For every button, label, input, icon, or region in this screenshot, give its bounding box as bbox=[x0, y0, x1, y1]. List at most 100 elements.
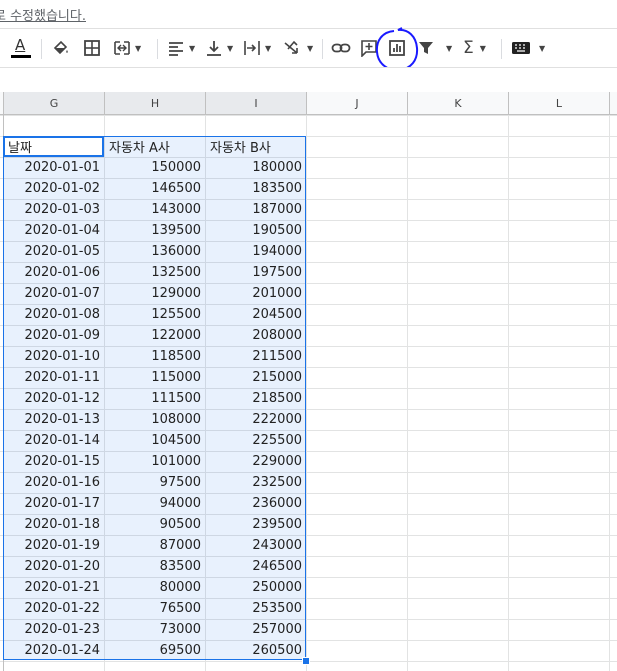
date-cell[interactable]: 2020-01-23 bbox=[4, 619, 104, 639]
company-a-cell[interactable]: 90500 bbox=[105, 514, 205, 534]
company-a-cell[interactable]: 118500 bbox=[105, 346, 205, 366]
company-b-cell[interactable]: 232500 bbox=[206, 472, 306, 492]
fill-color-button[interactable] bbox=[52, 36, 70, 60]
company-b-cell[interactable]: 253500 bbox=[206, 598, 306, 618]
company-a-cell[interactable]: 143000 bbox=[105, 199, 205, 219]
borders-button[interactable] bbox=[83, 36, 101, 60]
company-a-cell[interactable]: 94000 bbox=[105, 493, 205, 513]
input-tools-button[interactable]: ▼ bbox=[511, 36, 545, 60]
company-b-cell[interactable]: 236000 bbox=[206, 493, 306, 513]
company-a-cell[interactable]: 76500 bbox=[105, 598, 205, 618]
date-cell[interactable]: 2020-01-19 bbox=[4, 535, 104, 555]
company-a-cell[interactable]: 115000 bbox=[105, 367, 205, 387]
company-a-cell[interactable]: 139500 bbox=[105, 220, 205, 240]
date-cell[interactable]: 2020-01-21 bbox=[4, 577, 104, 597]
vertical-align-button[interactable]: ▼ bbox=[205, 36, 233, 60]
date-cell[interactable]: 2020-01-18 bbox=[4, 514, 104, 534]
company-b-cell[interactable]: 229000 bbox=[206, 451, 306, 471]
header-cell-company-a[interactable]: 자동차 A사 bbox=[105, 136, 205, 156]
company-a-cell[interactable]: 69500 bbox=[105, 640, 205, 660]
company-b-cell[interactable]: 215000 bbox=[206, 367, 306, 387]
date-cell[interactable]: 2020-01-17 bbox=[4, 493, 104, 513]
company-b-cell[interactable]: 218500 bbox=[206, 388, 306, 408]
company-b-cell[interactable]: 222000 bbox=[206, 409, 306, 429]
company-a-cell[interactable]: 125500 bbox=[105, 304, 205, 324]
fill-handle[interactable] bbox=[302, 657, 310, 665]
company-a-cell[interactable]: 97500 bbox=[105, 472, 205, 492]
company-a-cell[interactable]: 146500 bbox=[105, 178, 205, 198]
toolbar: A ▼ ▼ ▼ ▼ ▼ ▼ Σ ▼ ▼ bbox=[0, 27, 617, 72]
company-a-cell[interactable]: 129000 bbox=[105, 283, 205, 303]
company-b-cell[interactable]: 257000 bbox=[206, 619, 306, 639]
column-header-g[interactable]: G bbox=[4, 92, 105, 115]
date-cell[interactable]: 2020-01-11 bbox=[4, 367, 104, 387]
company-a-cell[interactable]: 101000 bbox=[105, 451, 205, 471]
date-cell[interactable]: 2020-01-12 bbox=[4, 388, 104, 408]
date-cell[interactable]: 2020-01-15 bbox=[4, 451, 104, 471]
company-a-cell[interactable]: 73000 bbox=[105, 619, 205, 639]
company-b-cell[interactable]: 204500 bbox=[206, 304, 306, 324]
date-cell[interactable]: 2020-01-03 bbox=[4, 199, 104, 219]
company-b-cell[interactable]: 197500 bbox=[206, 262, 306, 282]
company-a-cell[interactable]: 150000 bbox=[105, 157, 205, 177]
filter-button[interactable]: ▼ bbox=[418, 36, 452, 60]
company-b-cell[interactable]: 194000 bbox=[206, 241, 306, 261]
company-b-cell[interactable]: 260500 bbox=[206, 640, 306, 660]
date-cell[interactable]: 2020-01-14 bbox=[4, 430, 104, 450]
text-wrap-button[interactable]: ▼ bbox=[243, 36, 271, 60]
date-cell[interactable]: 2020-01-01 bbox=[4, 157, 104, 177]
date-cell[interactable]: 2020-01-16 bbox=[4, 472, 104, 492]
date-cell[interactable]: 2020-01-02 bbox=[4, 178, 104, 198]
date-cell[interactable]: 2020-01-24 bbox=[4, 640, 104, 660]
column-header-l[interactable]: L bbox=[509, 92, 610, 115]
company-b-cell[interactable]: 201000 bbox=[206, 283, 306, 303]
column-header-h[interactable]: H bbox=[105, 92, 206, 115]
company-a-cell[interactable]: 83500 bbox=[105, 556, 205, 576]
date-cell[interactable]: 2020-01-08 bbox=[4, 304, 104, 324]
company-b-cell[interactable]: 225500 bbox=[206, 430, 306, 450]
insert-link-button[interactable] bbox=[331, 36, 351, 60]
company-b-cell[interactable]: 243000 bbox=[206, 535, 306, 555]
chevron-down-icon: ▼ bbox=[539, 43, 546, 53]
company-a-cell[interactable]: 108000 bbox=[105, 409, 205, 429]
company-b-cell[interactable]: 239500 bbox=[206, 514, 306, 534]
company-a-cell[interactable]: 136000 bbox=[105, 241, 205, 261]
column-header-i[interactable]: I bbox=[206, 92, 307, 115]
text-rotation-button[interactable]: ▼ bbox=[283, 36, 313, 60]
header-cell-company-b[interactable]: 자동차 B사 bbox=[206, 136, 306, 156]
company-a-cell[interactable]: 111500 bbox=[105, 388, 205, 408]
company-b-cell[interactable]: 208000 bbox=[206, 325, 306, 345]
horizontal-align-button[interactable]: ▼ bbox=[167, 36, 195, 60]
company-a-cell[interactable]: 104500 bbox=[105, 430, 205, 450]
company-b-cell[interactable]: 180000 bbox=[206, 157, 306, 177]
company-b-cell[interactable]: 187000 bbox=[206, 199, 306, 219]
date-cell[interactable]: 2020-01-05 bbox=[4, 241, 104, 261]
date-cell[interactable]: 2020-01-13 bbox=[4, 409, 104, 429]
company-a-cell[interactable]: 132500 bbox=[105, 262, 205, 282]
functions-button[interactable]: Σ ▼ bbox=[463, 36, 486, 60]
header-cell-date[interactable]: 날짜 bbox=[4, 136, 104, 156]
column-header-j[interactable]: J bbox=[307, 92, 408, 115]
date-cell[interactable]: 2020-01-10 bbox=[4, 346, 104, 366]
company-b-cell[interactable]: 250000 bbox=[206, 577, 306, 597]
text-color-button[interactable]: A bbox=[10, 36, 32, 60]
company-a-cell[interactable]: 122000 bbox=[105, 325, 205, 345]
date-cell[interactable]: 2020-01-20 bbox=[4, 556, 104, 576]
chevron-down-icon: ▼ bbox=[479, 43, 486, 53]
column-header-k[interactable]: K bbox=[408, 92, 509, 115]
date-cell[interactable]: 2020-01-07 bbox=[4, 283, 104, 303]
company-b-cell[interactable]: 183500 bbox=[206, 178, 306, 198]
date-cell[interactable]: 2020-01-09 bbox=[4, 325, 104, 345]
align-left-icon bbox=[169, 42, 183, 56]
company-b-cell[interactable]: 211500 bbox=[206, 346, 306, 366]
date-cell[interactable]: 2020-01-22 bbox=[4, 598, 104, 618]
company-a-cell[interactable]: 80000 bbox=[105, 577, 205, 597]
company-b-cell[interactable]: 246500 bbox=[206, 556, 306, 576]
status-banner-text[interactable]: 로 수정했습니다. bbox=[0, 5, 86, 24]
company-b-cell[interactable]: 190500 bbox=[206, 220, 306, 240]
formula-bar[interactable] bbox=[0, 67, 617, 93]
date-cell[interactable]: 2020-01-04 bbox=[4, 220, 104, 240]
merge-cells-button[interactable]: ▼ bbox=[113, 36, 141, 60]
date-cell[interactable]: 2020-01-06 bbox=[4, 262, 104, 282]
company-a-cell[interactable]: 87000 bbox=[105, 535, 205, 555]
